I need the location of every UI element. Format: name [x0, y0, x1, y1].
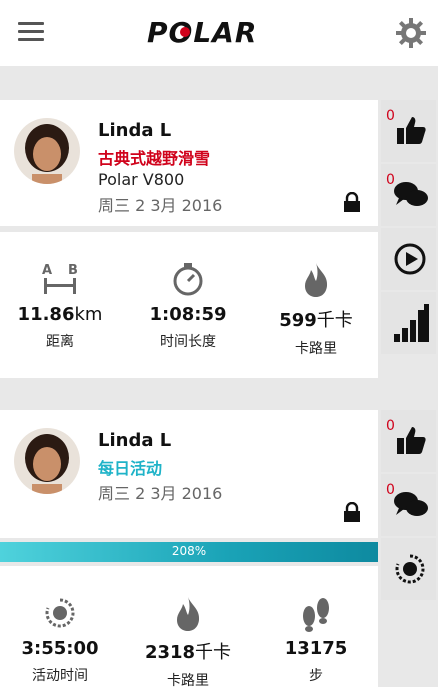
training-stats-card[interactable]: A B 11.86km 距离 1:08:59 时间长度 599千卡 卡路里	[0, 232, 378, 378]
thumbs-up-icon	[397, 117, 426, 144]
training-header-card[interactable]: Linda L 古典式越野滑雪 Polar V800 周三 2 3月 2016	[0, 100, 378, 226]
stat-calories: 599千卡 卡路里	[256, 262, 376, 358]
like-button[interactable]: 0	[381, 100, 436, 162]
activity-progress-bar: 208%	[0, 542, 378, 562]
activity-progress-label: 208%	[171, 544, 207, 558]
stat-unit: 千卡	[195, 642, 232, 663]
svg-text:POLAR: POLAR	[147, 16, 257, 49]
svg-text:B: B	[68, 263, 78, 278]
menu-icon[interactable]	[18, 22, 44, 42]
comment-button[interactable]: 0	[381, 164, 436, 226]
avatar[interactable]	[14, 428, 80, 494]
stat-unit: 千卡	[316, 310, 353, 331]
play-icon	[394, 243, 426, 275]
action-rail: 0 0	[378, 410, 438, 610]
activity-date: 周三 2 3月 2016	[98, 484, 223, 503]
polar-logo: POLAR	[147, 16, 257, 49]
distance-icon: A B	[42, 263, 78, 294]
analysis-button[interactable]	[381, 292, 436, 354]
footsteps-icon	[303, 598, 329, 632]
stat-active-time: 3:55:00 活动时间	[0, 596, 120, 685]
stat-value: 2318	[144, 642, 196, 663]
svg-text:A: A	[42, 263, 52, 278]
comments-icon	[394, 182, 428, 206]
stat-label: 卡路里	[295, 341, 337, 357]
activity-ring-icon	[395, 554, 425, 584]
stat-calories: 2318千卡 卡路里	[128, 596, 248, 687]
flame-icon	[305, 263, 328, 297]
lock-icon	[344, 502, 360, 522]
sport-name: 古典式越野滑雪	[98, 149, 211, 168]
stat-label: 活动时间	[32, 668, 88, 684]
user-name[interactable]: Linda L	[98, 430, 171, 451]
user-name[interactable]: Linda L	[98, 120, 171, 141]
like-count: 0	[386, 418, 395, 434]
flame-icon	[177, 597, 200, 631]
stat-label: 距离	[46, 334, 74, 350]
thumbs-up-icon	[397, 427, 426, 454]
stat-duration: 1:08:59 时间长度	[128, 262, 248, 351]
stat-value: 11.86	[17, 304, 75, 325]
lock-icon	[344, 192, 360, 212]
stat-label: 时间长度	[160, 334, 216, 350]
activity-stats-card[interactable]: 3:55:00 活动时间 2318千卡 卡路里 13175 步	[0, 566, 378, 687]
stat-label: 卡路里	[167, 673, 209, 687]
stat-value: 3:55:00	[21, 638, 99, 659]
bar-chart-icon	[394, 304, 429, 342]
comment-button[interactable]: 0	[381, 474, 436, 536]
top-bar: POLAR	[0, 0, 438, 66]
play-route-button[interactable]	[381, 228, 436, 290]
stopwatch-icon	[173, 263, 203, 296]
avatar[interactable]	[14, 118, 80, 184]
session-date: 周三 2 3月 2016	[98, 196, 223, 215]
stat-value: 599	[279, 310, 317, 331]
stat-distance: A B 11.86km 距离	[0, 262, 120, 351]
gear-icon[interactable]	[396, 18, 426, 48]
stat-steps: 13175 步	[256, 596, 376, 685]
action-rail: 0 0	[378, 100, 438, 380]
activity-details-button[interactable]	[381, 538, 436, 600]
stat-value: 1:08:59	[149, 304, 227, 325]
stat-label: 步	[309, 668, 323, 684]
stat-value: 13175	[284, 638, 348, 659]
device-name: Polar V800	[98, 170, 185, 189]
activity-header-card[interactable]: Linda L 每日活动 周三 2 3月 2016	[0, 410, 378, 538]
activity-ring-icon	[45, 598, 75, 628]
activity-name: 每日活动	[98, 459, 163, 478]
comments-icon	[394, 492, 428, 516]
like-button[interactable]: 0	[381, 410, 436, 472]
stat-unit: km	[74, 304, 103, 325]
like-count: 0	[386, 108, 395, 124]
